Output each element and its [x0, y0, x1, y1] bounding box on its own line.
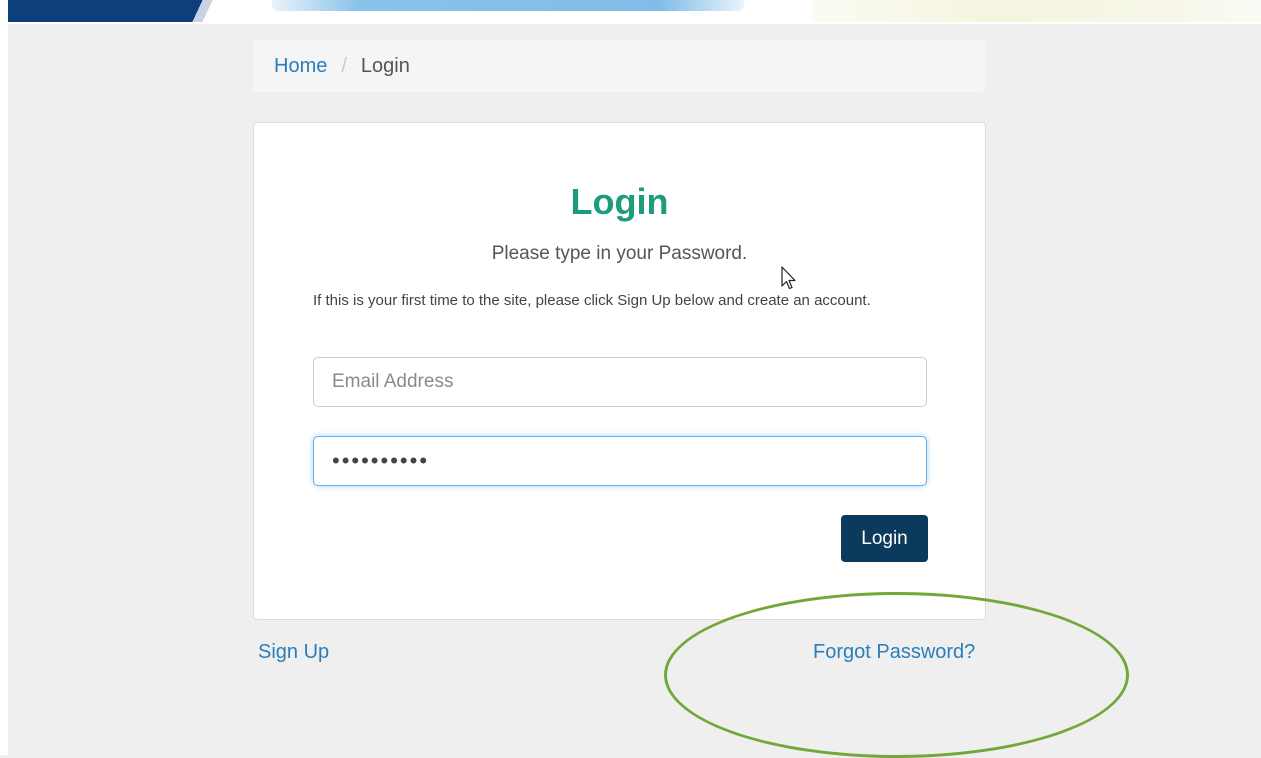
- site-header-banner: [0, 0, 1261, 24]
- forgot-password-link[interactable]: Forgot Password?: [813, 641, 975, 664]
- breadcrumb-separator: /: [341, 55, 347, 77]
- email-field[interactable]: [313, 357, 927, 407]
- breadcrumb-home-link[interactable]: Home: [274, 55, 327, 77]
- breadcrumb-current: Login: [360, 55, 410, 77]
- mouse-pointer-icon: [781, 266, 796, 290]
- banner-logo-block: [8, 0, 193, 22]
- login-title: Login: [570, 181, 669, 222]
- password-field[interactable]: [313, 436, 927, 486]
- banner-right-image: [812, 0, 1261, 22]
- login-card: Login Please type in your Password. If t…: [253, 122, 986, 620]
- breadcrumb: Home / Login: [253, 40, 986, 92]
- banner-ribbon: [272, 0, 744, 11]
- sign-up-link[interactable]: Sign Up: [258, 641, 329, 664]
- banner-stripe: [185, 0, 225, 22]
- login-subtitle: Please type in your Password.: [491, 243, 748, 264]
- page-left-edge: [0, 0, 8, 755]
- login-button[interactable]: Login: [841, 515, 928, 562]
- first-time-info: If this is your first time to the site, …: [313, 292, 871, 309]
